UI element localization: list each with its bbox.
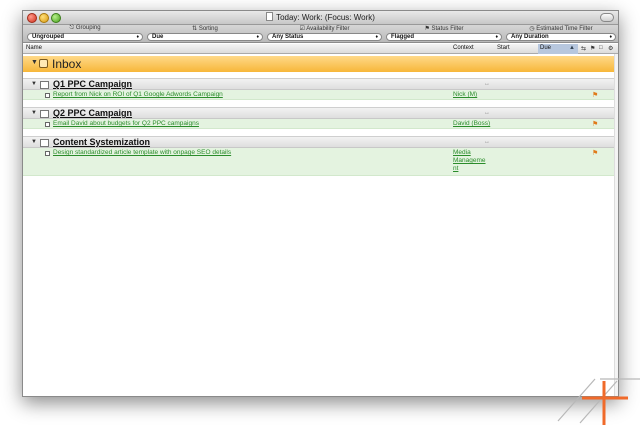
flag-icon[interactable]: ⚑ xyxy=(592,120,598,128)
project-title[interactable]: Q2 PPC Campaign xyxy=(53,108,132,118)
select-arrow-icon: ♦ xyxy=(375,34,378,40)
grouping-label: ⎋ Grouping xyxy=(69,25,101,31)
project-row[interactable]: ▼ Q1 PPC Campaign ↔ xyxy=(23,78,618,90)
task-row[interactable]: Email David about budgets for Q2 PPC cam… xyxy=(23,119,618,129)
status-label: ⚑ Status Filter xyxy=(424,26,464,32)
availability-filter[interactable]: ☑ Availability Filter Any Status ♦ xyxy=(267,25,382,43)
view-bar: ⎋ Grouping Ungrouped ♦ ⇅ Sorting Due ♦ ☑ A… xyxy=(23,25,618,43)
estimated-time-label: ◷ Estimated Time Filter xyxy=(529,26,593,32)
column-context[interactable]: Context xyxy=(453,45,474,51)
project-title[interactable]: Content Systemization xyxy=(53,137,150,147)
column-due[interactable]: Due ▲ xyxy=(538,44,578,54)
disclosure-triangle-icon[interactable]: ▼ xyxy=(31,59,38,66)
select-arrow-icon: ♦ xyxy=(609,34,612,40)
sorting-filter[interactable]: ⇅ Sorting Due ♦ xyxy=(147,25,263,43)
app-window: Today: Work: (Focus: Work) ⎋ Grouping Un… xyxy=(22,10,619,397)
context-icon: ↔ xyxy=(484,139,490,145)
estimated-time-select[interactable]: Any Duration ♦ xyxy=(506,33,616,41)
disclosure-triangle-icon[interactable]: ▼ xyxy=(31,139,37,145)
task-checkbox[interactable] xyxy=(45,151,50,156)
estimated-time-filter[interactable]: ◷ Estimated Time Filter Any Duration ♦ xyxy=(506,25,616,43)
grouping-select[interactable]: Ungrouped ♦ xyxy=(27,33,143,41)
sorting-select[interactable]: Due ♦ xyxy=(147,33,263,41)
column-name[interactable]: Name xyxy=(26,45,42,51)
task-title[interactable]: Email David about budgets for Q2 PPC cam… xyxy=(53,120,199,127)
gear-icon[interactable]: ⚙ xyxy=(608,45,613,52)
task-row[interactable]: Design standardized article template wit… xyxy=(23,148,618,176)
task-row[interactable]: Report from Nick on ROI of Q1 Google Adw… xyxy=(23,90,618,100)
availability-label: ☑ Availability Filter xyxy=(299,26,350,32)
task-title[interactable]: Report from Nick on ROI of Q1 Google Adw… xyxy=(53,91,223,98)
title-bar: Today: Work: (Focus: Work) xyxy=(23,11,618,25)
sort-ascending-icon: ▲ xyxy=(569,45,575,51)
toolbar-toggle-button[interactable] xyxy=(600,13,614,22)
availability-select[interactable]: Any Status ♦ xyxy=(267,33,382,41)
select-arrow-icon: ♦ xyxy=(256,34,259,40)
inbox-icon xyxy=(39,59,48,68)
logo-icon xyxy=(557,378,640,425)
select-arrow-icon: ♦ xyxy=(136,34,139,40)
sorting-label: ⇅ Sorting xyxy=(192,26,218,32)
window-title: Today: Work: (Focus: Work) xyxy=(23,12,618,22)
project-icon xyxy=(40,81,49,89)
project-row[interactable]: ▼ Content Systemization ↔ xyxy=(23,136,618,148)
task-context[interactable]: Nick (M) xyxy=(453,91,477,99)
task-checkbox[interactable] xyxy=(45,93,50,98)
flag-column-icon[interactable]: ⚑ xyxy=(590,45,595,52)
flag-icon[interactable]: ⚑ xyxy=(592,149,598,157)
disclosure-triangle-icon[interactable]: ▼ xyxy=(31,110,37,116)
status-select[interactable]: Flagged ♦ xyxy=(386,33,502,41)
repeat-column-icon[interactable]: ⇆ xyxy=(581,45,586,52)
project-icon xyxy=(40,139,49,147)
task-checkbox[interactable] xyxy=(45,122,50,127)
disclosure-triangle-icon[interactable]: ▼ xyxy=(31,81,37,87)
column-header-row: Name Context Start Due ▲ ⇆ ⚑ □ ⚙ xyxy=(23,44,618,54)
task-context[interactable]: Media Manageme nt xyxy=(453,149,489,173)
document-icon xyxy=(266,12,274,21)
grouping-filter[interactable]: ⎋ Grouping Ungrouped ♦ xyxy=(27,25,143,43)
project-row[interactable]: ▼ Q2 PPC Campaign ↔ xyxy=(23,107,618,119)
project-title[interactable]: Q1 PPC Campaign xyxy=(53,79,132,89)
column-start[interactable]: Start xyxy=(497,45,510,51)
vertical-scrollbar[interactable] xyxy=(614,54,618,396)
inbox-row[interactable]: ▼ Inbox xyxy=(23,56,618,72)
select-arrow-icon: ♦ xyxy=(495,34,498,40)
inbox-label: Inbox xyxy=(52,57,82,71)
context-icon: ↔ xyxy=(484,81,490,87)
project-icon xyxy=(40,110,49,118)
context-icon: ↔ xyxy=(484,110,490,116)
note-column-icon[interactable]: □ xyxy=(599,45,603,51)
task-title[interactable]: Design standardized article template wit… xyxy=(53,149,231,156)
status-filter[interactable]: ⚑ Status Filter Flagged ♦ xyxy=(386,25,502,43)
flag-icon[interactable]: ⚑ xyxy=(592,91,598,99)
outline: ▼ Inbox ▼ Q1 PPC Campaign ↔ Report from … xyxy=(23,54,618,396)
task-context[interactable]: David (Boss) xyxy=(453,120,490,128)
